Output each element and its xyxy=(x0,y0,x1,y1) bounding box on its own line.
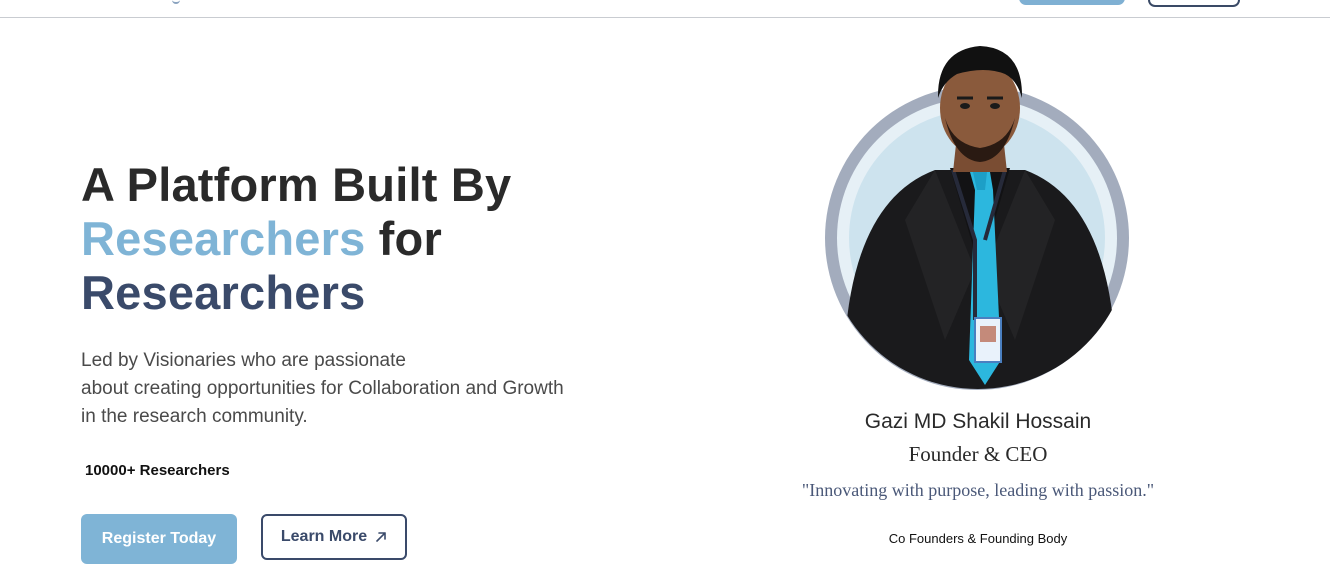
cofounders-label: Co Founders & Founding Body xyxy=(888,531,1068,546)
register-button[interactable]: Register Today xyxy=(81,514,237,564)
top-navbar xyxy=(0,0,1330,18)
headline-line-3: Researchers xyxy=(81,266,366,319)
founder-name: Gazi MD Shakil Hossain xyxy=(864,410,1092,433)
founder-portrait xyxy=(825,40,1131,390)
nav-primary-button[interactable] xyxy=(1019,0,1125,5)
logo-fragment xyxy=(172,0,180,4)
register-button-label: Register Today xyxy=(101,530,217,547)
founder-photo xyxy=(845,46,1115,389)
learn-more-button[interactable]: Learn More xyxy=(261,514,407,560)
page: A Platform Built By Researchers for Rese… xyxy=(0,0,1330,583)
founder-role: Founder & CEO xyxy=(908,442,1048,466)
description-line-3: in the research community. xyxy=(81,406,308,427)
description-line-1: Led by Visionaries who are passionate xyxy=(81,350,406,371)
description-line-2: about creating opportunities for Collabo… xyxy=(81,378,564,399)
founder-quote: "Innovating with purpose, leading with p… xyxy=(801,480,1155,500)
headline-accent: Researchers xyxy=(81,212,366,265)
headline-line-1: A Platform Built By xyxy=(81,158,512,211)
arrow-up-right-icon xyxy=(376,532,386,542)
nav-secondary-button[interactable] xyxy=(1148,0,1240,7)
hero-headline: A Platform Built By Researchers for Rese… xyxy=(81,158,511,320)
researcher-count: 10000+ Researchers xyxy=(85,462,230,479)
learn-more-label: Learn More xyxy=(280,528,368,545)
hero-description: Led by Visionaries who are passionate ab… xyxy=(81,347,641,431)
headline-for: for xyxy=(365,212,442,265)
